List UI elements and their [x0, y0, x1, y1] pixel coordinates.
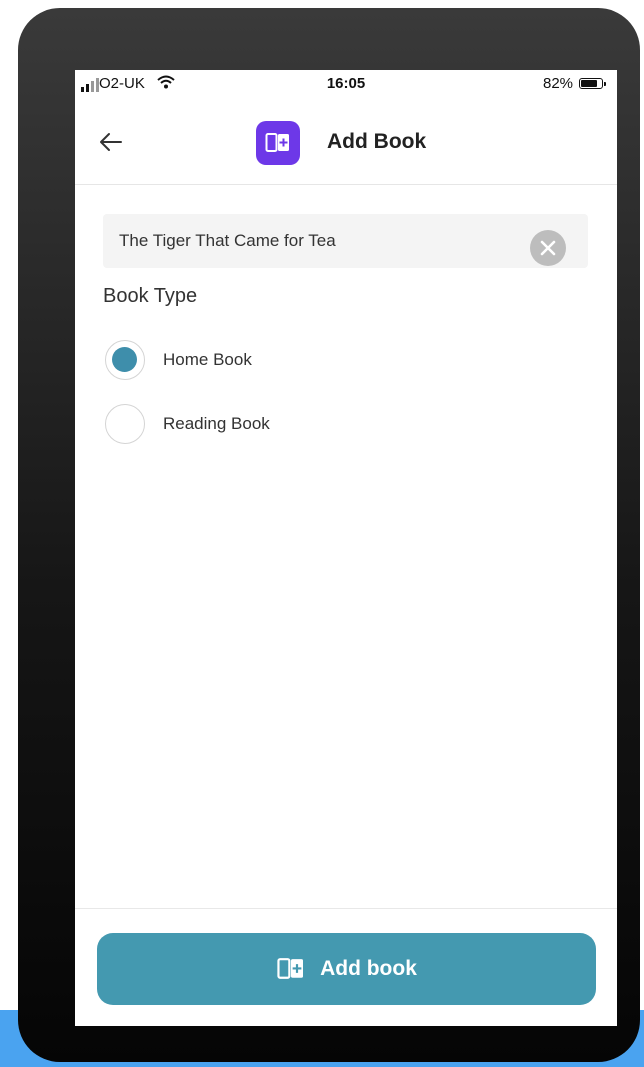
- page-title: Add Book: [327, 130, 427, 153]
- radio-unselected-icon[interactable]: [105, 404, 145, 444]
- book-plus-icon: [265, 133, 289, 152]
- app-screen: O2-UK 16:05 82% Add Book The Tiger That …: [75, 70, 617, 1026]
- battery-percentage: 82%: [543, 75, 574, 92]
- app-logo: [256, 121, 300, 165]
- add-book-button-label: Add book: [320, 957, 417, 980]
- app-header: Add Book: [75, 106, 617, 185]
- status-bar: O2-UK 16:05 82%: [75, 70, 617, 100]
- radio-reading-book-label: Reading Book: [163, 414, 270, 433]
- book-title-input[interactable]: [103, 214, 523, 268]
- book-title-field: [103, 214, 588, 268]
- book-plus-icon: [277, 958, 304, 979]
- radio-home-book[interactable]: Home Book: [105, 340, 405, 384]
- radio-home-book-label: Home Book: [163, 350, 252, 369]
- radio-reading-book[interactable]: Reading Book: [105, 404, 405, 448]
- book-type-label: Book Type: [103, 285, 198, 307]
- add-book-button[interactable]: Add book: [97, 933, 596, 1005]
- status-time: 16:05: [326, 75, 366, 92]
- battery-icon: [579, 78, 606, 89]
- phone-frame: O2-UK 16:05 82% Add Book The Tiger That …: [18, 8, 640, 1062]
- back-button[interactable]: [97, 128, 125, 156]
- close-icon: [540, 240, 556, 256]
- footer-bar: Add book: [75, 908, 617, 1026]
- arrow-left-icon: [100, 133, 122, 151]
- radio-selected-icon[interactable]: [105, 340, 145, 380]
- clear-title-button[interactable]: [530, 230, 566, 266]
